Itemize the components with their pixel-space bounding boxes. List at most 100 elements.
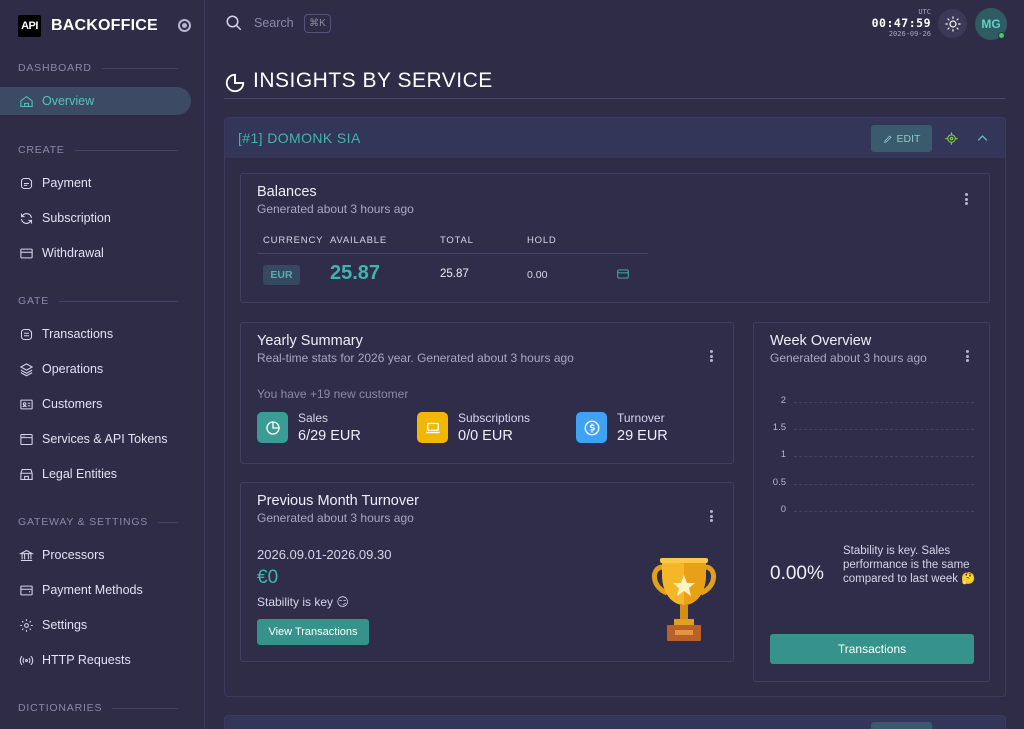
stat-turnover: Turnover 29 EUR (576, 411, 668, 444)
sidebar-item-settings[interactable]: Settings (18, 611, 190, 639)
nav-section-create: CREATE (18, 144, 178, 156)
nav-section-dashboard: DASHBOARD (18, 62, 178, 74)
search-shortcut: ⌘K (304, 14, 331, 33)
card-title: Previous Month Turnover (257, 493, 419, 509)
stat-value: 29 EUR (617, 428, 668, 444)
divider (224, 98, 1005, 99)
sidebar-toggle-icon[interactable] (178, 19, 191, 32)
sidebar-item-customers[interactable]: Customers (18, 390, 190, 418)
clock: UTC 00:47:59 2026-09-26 (872, 8, 931, 38)
gridline (794, 484, 974, 485)
sidebar-item-label: HTTP Requests (42, 653, 131, 667)
sidebar-item-overview[interactable]: Overview (0, 87, 191, 115)
column-header: HOLD (527, 235, 557, 246)
broadcast-icon (18, 652, 34, 668)
y-tick-label: 1 (780, 449, 786, 460)
more-menu-icon[interactable] (710, 350, 714, 364)
column-header: TOTAL (440, 235, 474, 246)
sidebar-item-label: Payment Methods (42, 583, 143, 597)
gridline (794, 456, 974, 457)
nav-section-gateway-settings: GATEWAY & SETTINGS (18, 516, 178, 528)
chevron-up-icon[interactable] (975, 131, 990, 146)
dollar-icon (576, 412, 607, 443)
refresh-icon (18, 210, 34, 226)
card-subtitle: Generated about 3 hours ago (770, 351, 927, 365)
edit-button-label: EDIT (896, 132, 921, 145)
sidebar-item-label: Processors (42, 548, 105, 562)
layers-icon (18, 361, 34, 377)
sidebar-item-operations[interactable]: Operations (18, 355, 190, 383)
more-menu-icon[interactable] (710, 510, 714, 524)
sidebar-item-label: Subscription (42, 211, 111, 225)
stat-label: Subscriptions (458, 411, 531, 425)
edit-button[interactable]: EDIT (871, 125, 932, 152)
sidebar-item-withdrawal[interactable]: Withdrawal (18, 239, 190, 267)
search-input[interactable]: Search (254, 16, 294, 30)
y-tick-label: 0.5 (772, 477, 786, 488)
pencil-icon (883, 134, 892, 143)
more-menu-icon[interactable] (966, 350, 970, 364)
previous-month-card: Previous Month Turnover Generated about … (240, 482, 734, 662)
stat-sales: Sales 6/29 EUR (257, 411, 361, 444)
gridline (794, 402, 974, 403)
sidebar-item-processors[interactable]: Processors (18, 541, 190, 569)
page-title: INSIGHTS BY SERVICE (224, 68, 493, 94)
gear-icon (18, 617, 34, 633)
browser-icon (18, 431, 34, 447)
stat-subscriptions: Subscriptions 0/0 EUR (417, 411, 530, 444)
service-header[interactable]: [#1] DOMONK SIA EDIT (225, 118, 1005, 158)
card-subtitle: Real-time stats for 2026 year. Generated… (257, 351, 574, 365)
bank-icon (18, 547, 34, 563)
card-title: Week Overview (770, 333, 872, 349)
divider (257, 253, 648, 254)
laptop-icon (417, 412, 448, 443)
new-customers-note: You have +19 new customer (257, 387, 409, 401)
pie-chart-icon (257, 412, 288, 443)
stat-label: Turnover (617, 411, 665, 425)
sidebar-item-label: Customers (42, 397, 103, 411)
sidebar-item-payment[interactable]: Payment (18, 169, 190, 197)
target-icon[interactable] (944, 131, 959, 146)
brand[interactable]: API BACKOFFICE (18, 14, 193, 38)
card-title: Balances (257, 184, 317, 200)
sidebar-item-label: Services & API Tokens (42, 432, 168, 446)
clock-timezone: UTC (918, 8, 931, 16)
wallet-icon[interactable] (616, 267, 630, 281)
sidebar-item-transactions[interactable]: Transactions (18, 320, 190, 348)
wallet-icon (18, 245, 34, 261)
view-transactions-button[interactable]: View Transactions (257, 619, 369, 645)
column-header: CURRENCY (263, 235, 324, 246)
sidebar-item-label: Transactions (42, 327, 114, 341)
card-subtitle: Generated about 3 hours ago (257, 511, 414, 525)
week-percent: 0.00% (770, 563, 824, 584)
sidebar-item-legal-entities[interactable]: Legal Entities (18, 460, 190, 488)
brand-name: BACKOFFICE (51, 17, 158, 34)
sidebar-item-label: Withdrawal (42, 246, 104, 260)
currency-badge: EUR (263, 265, 300, 285)
service-panel: [#1] DOMONK SIA EDIT Balances Generated … (224, 117, 1006, 697)
sidebar-item-http-requests[interactable]: HTTP Requests (18, 646, 190, 674)
trophy-icon (652, 558, 716, 641)
sidebar-item-services[interactable]: Services & API Tokens (18, 425, 190, 453)
wallet-icon (18, 582, 34, 598)
stat-value: 6/29 EUR (298, 428, 361, 444)
sidebar-item-subscription[interactable]: Subscription (18, 204, 190, 232)
gridline (794, 511, 974, 512)
theme-toggle-button[interactable] (938, 9, 967, 38)
date-range: 2026.09.01-2026.09.30 (257, 547, 392, 562)
more-menu-icon[interactable] (965, 193, 969, 207)
sidebar-item-label: Overview (42, 94, 95, 108)
stat-label: Sales (298, 411, 329, 425)
card-title: Yearly Summary (257, 333, 363, 349)
total-amount: 25.87 (440, 268, 469, 280)
page-title-text: INSIGHTS BY SERVICE (253, 69, 493, 92)
sidebar-item-payment-methods[interactable]: Payment Methods (18, 576, 190, 604)
online-status-dot (998, 32, 1005, 39)
sun-icon (945, 16, 960, 31)
available-amount: 25.87 (330, 262, 381, 284)
search-icon[interactable] (225, 14, 243, 32)
transactions-button[interactable]: Transactions (770, 634, 974, 664)
clock-date: 2026-09-26 (888, 30, 931, 38)
sidebar-item-label: Operations (42, 362, 104, 376)
edit-button[interactable] (871, 722, 932, 729)
